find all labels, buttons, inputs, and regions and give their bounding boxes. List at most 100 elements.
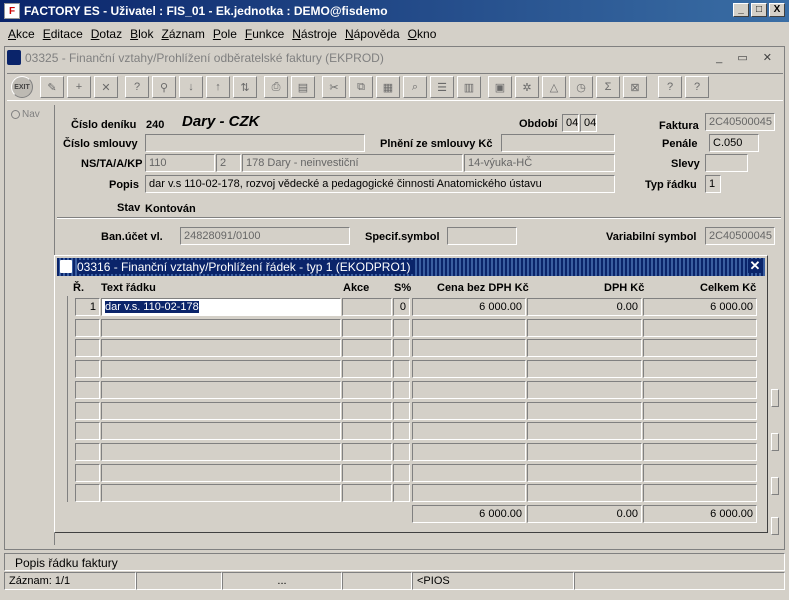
delete-record-icon[interactable]: ✕ (94, 76, 118, 98)
sort-desc-icon[interactable]: ↑ (206, 76, 230, 98)
empty-cell[interactable] (643, 422, 757, 441)
empty-cell[interactable] (75, 401, 100, 420)
print-preview-icon[interactable]: ▤ (291, 76, 315, 98)
empty-cell[interactable] (643, 463, 757, 482)
empty-cell[interactable] (412, 339, 526, 358)
variabilni-symbol-field[interactable]: 2C40500045 (705, 227, 775, 245)
query-icon[interactable]: ? (125, 76, 149, 98)
empty-cell[interactable] (75, 422, 100, 441)
ban-ucet-field[interactable]: 24828091/0100 (180, 227, 350, 245)
cut-icon[interactable]: ✂ (322, 76, 346, 98)
menu-akce[interactable]: Akce (4, 27, 39, 41)
empty-cell[interactable] (643, 318, 757, 337)
empty-cell[interactable] (101, 422, 341, 441)
a-field[interactable]: 178 Dary - neinvestiční (242, 154, 463, 172)
print-icon[interactable]: ⎙ (264, 76, 288, 98)
sort-multi-icon[interactable]: ⇅ (233, 76, 257, 98)
empty-cell[interactable] (643, 442, 757, 461)
empty-cell[interactable] (412, 380, 526, 399)
menu-pole[interactable]: Pole (209, 27, 241, 41)
menu-nastroje[interactable]: Nástroje (288, 27, 341, 41)
empty-cell[interactable] (101, 360, 341, 379)
menu-funkce[interactable]: Funkce (241, 27, 288, 41)
chart-icon[interactable]: △ (542, 76, 566, 98)
empty-cell[interactable] (527, 318, 642, 337)
help-icon[interactable]: ? (658, 76, 682, 98)
obdobi-field-2[interactable]: 04 (580, 114, 597, 132)
empty-cell[interactable] (393, 401, 410, 420)
empty-cell[interactable] (643, 339, 757, 358)
cell-dph[interactable]: 0.00 (527, 298, 642, 316)
save-icon[interactable]: ✎ (40, 76, 64, 98)
penale-field[interactable]: C.050 (709, 134, 759, 152)
empty-cell[interactable] (412, 401, 526, 420)
empty-cell[interactable] (527, 360, 642, 379)
empty-cell[interactable] (393, 422, 410, 441)
empty-cell[interactable] (393, 318, 410, 337)
menu-napoveda[interactable]: Nápověda (341, 27, 404, 41)
exit-button[interactable]: EXIT (11, 76, 33, 98)
menu-okno[interactable]: Okno (404, 27, 441, 41)
empty-cell[interactable] (342, 422, 392, 441)
cislo-smlouvy-field[interactable] (145, 134, 365, 152)
new-record-icon[interactable]: + (67, 76, 91, 98)
empty-cell[interactable] (393, 339, 410, 358)
empty-cell[interactable] (75, 318, 100, 337)
empty-cell[interactable] (527, 339, 642, 358)
empty-cell[interactable] (412, 484, 526, 503)
minimize-button[interactable]: _ (733, 3, 749, 17)
empty-cell[interactable] (643, 380, 757, 399)
empty-cell[interactable] (412, 422, 526, 441)
empty-cell[interactable] (412, 463, 526, 482)
popis-field[interactable]: dar v.s 110-02-178, rozvoj vědecké a ped… (145, 175, 615, 193)
empty-cell[interactable] (75, 484, 100, 503)
empty-cell[interactable] (527, 442, 642, 461)
cell-cena[interactable]: 6 000.00 (412, 298, 526, 316)
empty-cell[interactable] (643, 484, 757, 503)
empty-cell[interactable] (342, 360, 392, 379)
empty-cell[interactable] (527, 380, 642, 399)
obdobi-field-1[interactable]: 04 (562, 114, 579, 132)
empty-cell[interactable] (527, 401, 642, 420)
empty-cell[interactable] (75, 360, 100, 379)
paste-icon[interactable]: ▦ (376, 76, 400, 98)
slevy-field[interactable] (705, 154, 748, 172)
find-icon[interactable]: ⌕ (403, 76, 427, 98)
plneni-field[interactable] (501, 134, 615, 152)
typ-radku-field[interactable]: 1 (705, 175, 721, 193)
cell-r[interactable]: 1 (75, 298, 100, 316)
empty-cell[interactable] (527, 422, 642, 441)
empty-cell[interactable] (342, 442, 392, 461)
menu-dotaz[interactable]: Dotaz (87, 27, 126, 41)
empty-cell[interactable] (75, 463, 100, 482)
cell-s[interactable]: 0 (393, 298, 410, 316)
form-window-buttons[interactable]: _ ▭ ✕ (716, 51, 778, 64)
empty-cell[interactable] (393, 380, 410, 399)
execute-query-icon[interactable]: ⚲ (152, 76, 176, 98)
empty-cell[interactable] (101, 484, 341, 503)
cell-akce[interactable] (342, 298, 392, 316)
empty-cell[interactable] (101, 442, 341, 461)
empty-cell[interactable] (342, 484, 392, 503)
sort-asc-icon[interactable]: ↓ (179, 76, 203, 98)
empty-cell[interactable] (393, 360, 410, 379)
faktura-field[interactable]: 2C40500045 (705, 113, 775, 131)
empty-cell[interactable] (643, 401, 757, 420)
empty-cell[interactable] (101, 380, 341, 399)
hidden-control[interactable] (771, 433, 779, 451)
specif-symbol-field[interactable] (447, 227, 517, 245)
empty-cell[interactable] (75, 380, 100, 399)
menu-zaznam[interactable]: Záznam (157, 27, 208, 41)
hidden-control[interactable] (771, 517, 779, 535)
empty-cell[interactable] (342, 380, 392, 399)
empty-cell[interactable] (75, 339, 100, 358)
kp-field[interactable]: 14-výuka-HČ (464, 154, 615, 172)
empty-cell[interactable] (101, 401, 341, 420)
empty-cell[interactable] (393, 484, 410, 503)
empty-cell[interactable] (393, 463, 410, 482)
empty-cell[interactable] (412, 360, 526, 379)
hidden-control[interactable] (771, 477, 779, 495)
cell-text[interactable]: dar v.s. 110-02-178 (101, 298, 341, 316)
close-button[interactable]: X (769, 3, 785, 17)
nav-panel[interactable]: Nav (7, 105, 55, 545)
